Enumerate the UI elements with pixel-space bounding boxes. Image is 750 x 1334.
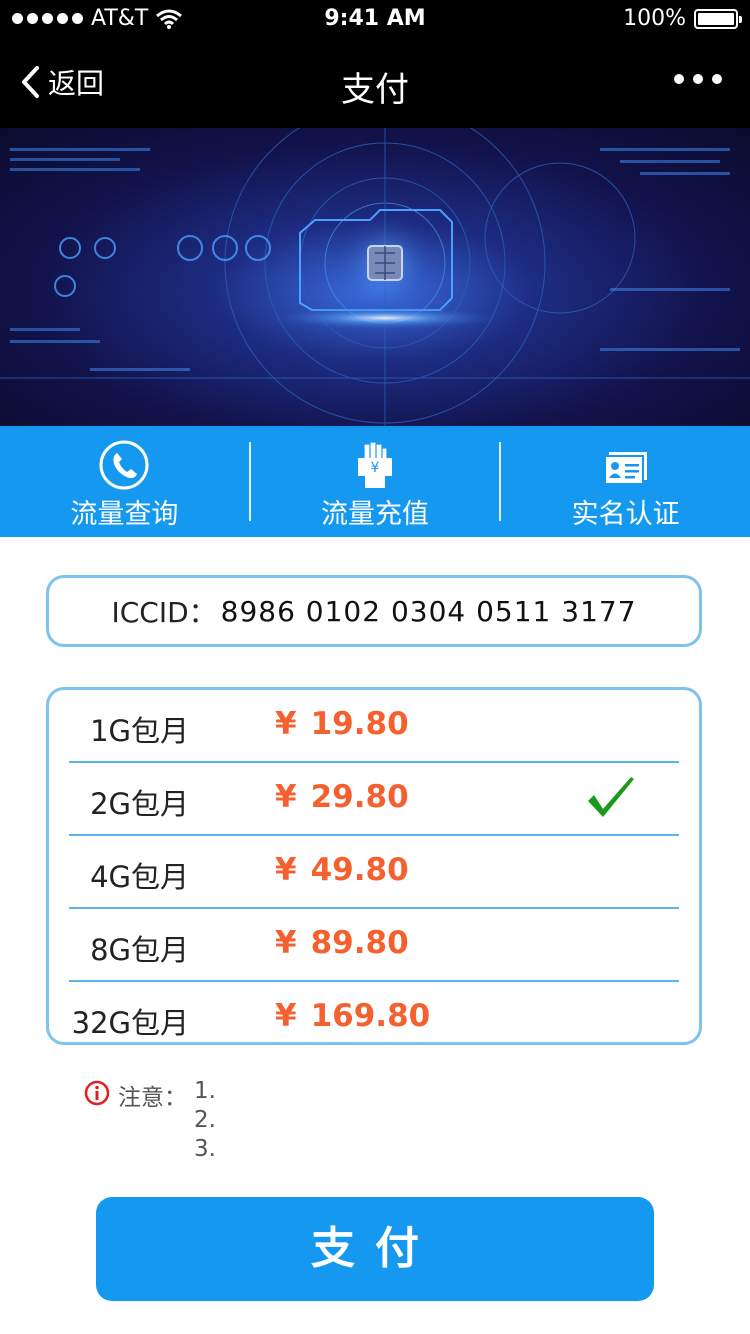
quick-action-label: 流量查询 xyxy=(70,499,179,530)
price-value: 89.80 xyxy=(310,925,409,961)
package-price: ¥89.80 xyxy=(275,925,409,961)
currency-symbol: ¥ xyxy=(275,706,297,742)
hand-yen-icon: ¥ xyxy=(358,441,392,488)
currency-symbol: ¥ xyxy=(275,852,297,888)
currency-symbol: ¥ xyxy=(275,779,297,815)
package-option-32g[interactable]: 32G包月 ¥169.80 xyxy=(69,982,679,1053)
package-name: 1G包月 xyxy=(90,714,189,748)
more-button[interactable] xyxy=(674,74,722,84)
notice-line: 3. xyxy=(194,1136,216,1162)
package-name: 32G包月 xyxy=(71,1006,189,1040)
notice-line: 2. xyxy=(194,1107,216,1133)
quick-actions-bar: 流量查询 ¥ 流量充值 实名认证 xyxy=(0,426,750,537)
phone-icon xyxy=(99,440,149,490)
package-price: ¥169.80 xyxy=(275,998,430,1034)
id-card-icon xyxy=(603,452,647,485)
iccid-value: 8986 0102 0304 0511 3177 xyxy=(220,594,637,628)
sim-chip-illustration xyxy=(0,128,750,426)
quick-action-traffic-query[interactable]: 流量查询 xyxy=(0,426,249,537)
package-option-2g[interactable]: 2G包月 ¥29.80 xyxy=(69,763,679,836)
page-title: 支付 xyxy=(341,70,409,110)
notice-label: 注意： xyxy=(118,1085,187,1111)
svg-text:¥: ¥ xyxy=(371,460,380,476)
checkmark-icon xyxy=(588,777,634,817)
package-option-1g[interactable]: 1G包月 ¥19.80 xyxy=(69,690,679,763)
battery-percent: 100% xyxy=(623,6,686,31)
package-name: 4G包月 xyxy=(90,860,189,894)
quick-action-recharge[interactable]: ¥ 流量充值 xyxy=(251,426,500,537)
package-price: ¥49.80 xyxy=(275,852,409,888)
status-right: 100% xyxy=(623,6,742,31)
package-name: 8G包月 xyxy=(90,933,189,967)
hero-banner xyxy=(0,128,750,426)
price-value: 29.80 xyxy=(310,779,409,815)
price-value: 49.80 xyxy=(310,852,409,888)
pay-button[interactable]: 支付 xyxy=(96,1197,654,1301)
package-option-4g[interactable]: 4G包月 ¥49.80 xyxy=(69,836,679,909)
quick-action-label: 流量充值 xyxy=(321,499,429,530)
currency-symbol: ¥ xyxy=(275,925,297,961)
package-list: 1G包月 ¥19.80 2G包月 ¥29.80 4G包月 ¥49.80 8G包月… xyxy=(46,687,702,1045)
battery-icon xyxy=(694,8,742,29)
top-bar: AT&T 9:41 AM 100% 返回 支付 xyxy=(0,0,750,128)
currency-symbol: ¥ xyxy=(275,998,297,1034)
package-option-8g[interactable]: 8G包月 ¥89.80 xyxy=(69,909,679,982)
package-price: ¥29.80 xyxy=(275,779,409,815)
price-value: 19.80 xyxy=(310,706,409,742)
price-value: 169.80 xyxy=(310,998,431,1034)
navigation-bar: 返回 支付 xyxy=(0,40,750,128)
warning-icon xyxy=(84,1080,110,1106)
package-price: ¥19.80 xyxy=(275,706,409,742)
status-bar: AT&T 9:41 AM 100% xyxy=(0,0,750,40)
iccid-label: ICCID： xyxy=(111,596,217,629)
notice-line: 1. xyxy=(194,1078,216,1104)
iccid-card: ICCID： 8986 0102 0304 0511 3177 xyxy=(46,575,702,647)
package-name: 2G包月 xyxy=(90,787,189,821)
quick-action-label: 实名认证 xyxy=(571,499,680,530)
quick-action-realname[interactable]: 实名认证 xyxy=(501,426,750,537)
